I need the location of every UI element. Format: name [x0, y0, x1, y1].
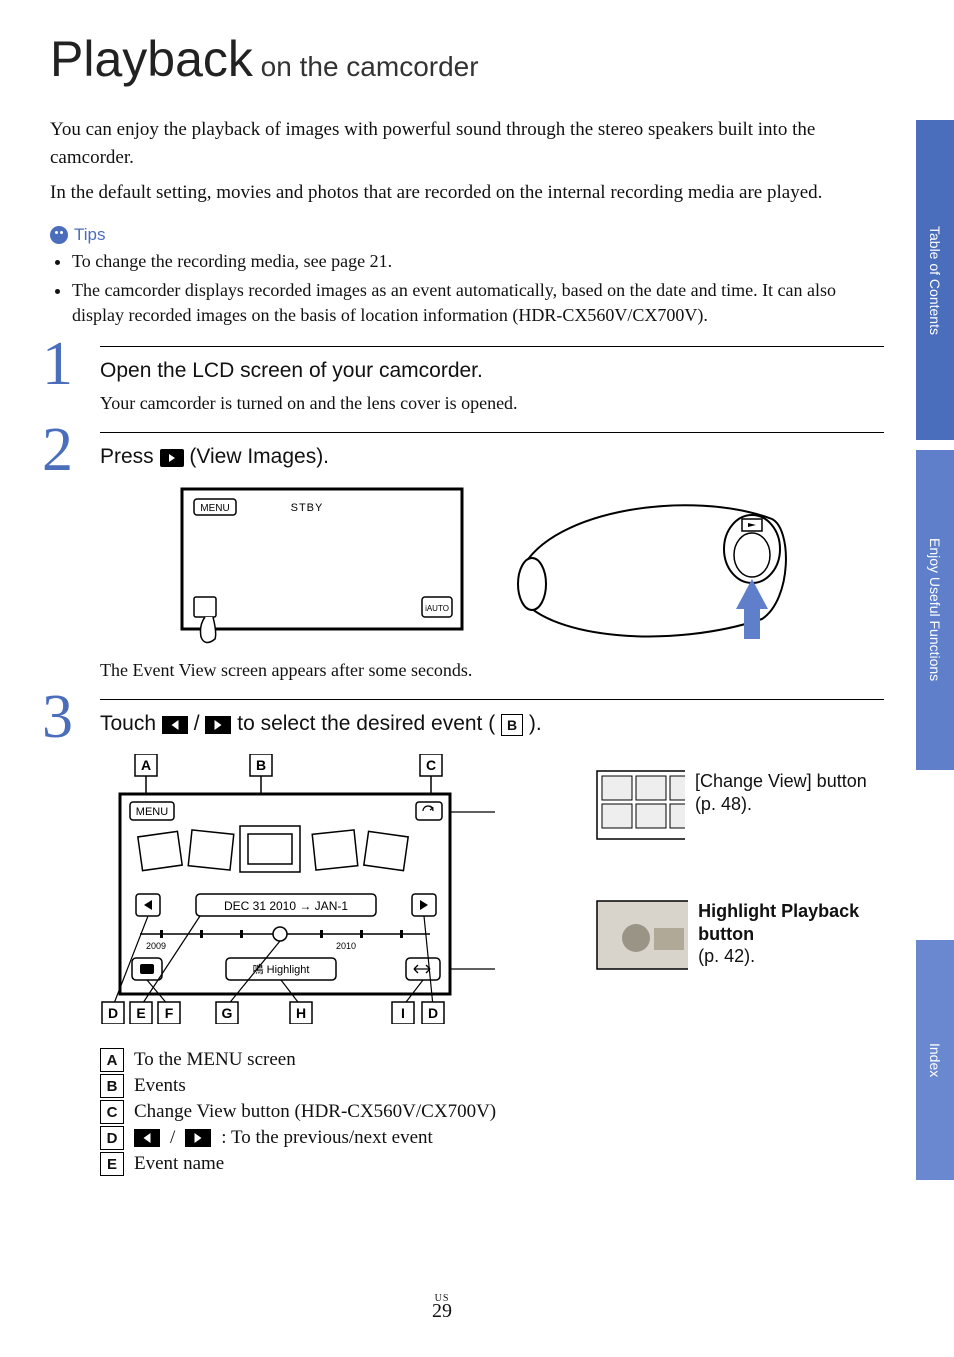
svg-text:MENU: MENU [136, 806, 168, 818]
tips-icon [50, 226, 68, 244]
svg-text:2010: 2010 [336, 941, 356, 951]
page-number-value: 29 [432, 1300, 452, 1322]
svg-text:D: D [108, 1005, 118, 1021]
lcd-menu-label: MENU [200, 503, 229, 514]
svg-text:E: E [136, 1005, 145, 1021]
legend-key: C [100, 1100, 124, 1124]
legend-text: Change View button (HDR-CX560V/CX700V) [134, 1101, 496, 1123]
legend-text: : To the previous/next event [221, 1127, 433, 1149]
step-3-post: to select the desired event ( [237, 712, 495, 735]
step-2: 2 Press (View Images). MENU STBY iAUTO [100, 432, 884, 681]
callout-change-view: [Change View] button (p. 48). [695, 770, 884, 815]
next-arrow-icon [205, 716, 231, 734]
legend-row: B Events [100, 1074, 884, 1098]
legend-row: D / : To the previous/next event [100, 1126, 884, 1150]
legend-key: D [100, 1126, 124, 1150]
step-1: 1 Open the LCD screen of your camcorder.… [100, 346, 884, 414]
svg-text:B: B [256, 757, 266, 773]
callout-1a: [Change View] button [695, 771, 867, 791]
tip-item: To change the recording media, see page … [72, 249, 884, 274]
step-2-below: The Event View screen appears after some… [100, 660, 884, 681]
tips-heading: Tips [50, 225, 884, 245]
step-3-end: ). [529, 712, 542, 735]
inline-legend-b: B [501, 714, 523, 736]
prev-arrow-icon [162, 716, 188, 734]
step-3: 3 Touch / to select the desired event ( … [100, 699, 884, 1030]
title-sub: on the camcorder [253, 51, 479, 82]
step-1-heading: Open the LCD screen of your camcorder. [100, 359, 884, 383]
step-3-pre: Touch [100, 712, 162, 735]
page-title: Playback on the camcorder [50, 30, 884, 88]
legend-text: Events [134, 1075, 186, 1097]
legend-row: C Change View button (HDR-CX560V/CX700V) [100, 1100, 884, 1124]
step-2-heading: Press (View Images). [100, 445, 884, 469]
sidetab-enjoy[interactable]: Enjoy Useful Functions [916, 450, 954, 770]
change-view-thumb [596, 770, 685, 840]
svg-text:F: F [165, 1005, 174, 1021]
legend-key: E [100, 1152, 124, 1176]
svg-text:G: G [222, 1005, 233, 1021]
svg-text:A: A [141, 757, 151, 773]
tips-list: To change the recording media, see page … [50, 249, 884, 329]
callout-2b: (p. 42). [698, 946, 755, 966]
callout-highlight: Highlight Playback button (p. 42). [698, 900, 884, 968]
side-tabs: Table of Contents Enjoy Useful Functions… [916, 0, 954, 1357]
diagram-legend: A To the MENU screen B Events C Change V… [100, 1048, 884, 1176]
play-icon [160, 449, 184, 467]
step-3-diagram-wrap: A B C MENU [100, 746, 884, 1030]
intro-paragraph-2: In the default setting, movies and photo… [50, 179, 884, 207]
event-view-diagram: A B C MENU [100, 754, 580, 1024]
svg-text:I: I [401, 1005, 405, 1021]
prev-arrow-icon [134, 1129, 160, 1147]
sidetab-index[interactable]: Index [916, 940, 954, 1180]
step-3-heading: Touch / to select the desired event ( B … [100, 712, 884, 736]
highlight-thumb [596, 900, 688, 970]
lcd-stby-label: STBY [291, 502, 324, 514]
step-2-post: (View Images). [189, 445, 329, 468]
callout-1b: (p. 48). [695, 794, 752, 814]
callout-2a: Highlight Playback button [698, 901, 859, 944]
svg-text:D: D [428, 1005, 438, 1021]
diagram-callouts: [Change View] button (p. 48). Highlight … [596, 746, 884, 970]
svg-text:H: H [296, 1005, 306, 1021]
svg-text:C: C [426, 757, 436, 773]
svg-text:2009: 2009 [146, 941, 166, 951]
legend-row: A To the MENU screen [100, 1048, 884, 1072]
step-2-illustration: MENU STBY iAUTO [100, 479, 884, 654]
tip-item: The camcorder displays recorded images a… [72, 278, 884, 328]
next-arrow-icon [185, 1129, 211, 1147]
svg-text:iAUTO: iAUTO [425, 604, 449, 613]
step-2-pre: Press [100, 445, 160, 468]
page-number: US 29 [0, 1293, 884, 1323]
slash: / [170, 1127, 175, 1149]
legend-row: E Event name [100, 1152, 884, 1176]
legend-text: Event name [134, 1153, 224, 1175]
svg-text:DEC 31 2010 → JAN-1: DEC 31 2010 → JAN-1 [224, 899, 348, 913]
step-number: 3 [42, 682, 73, 753]
title-main: Playback [50, 31, 253, 87]
step-number: 2 [42, 415, 73, 486]
legend-key: A [100, 1048, 124, 1072]
step-3-mid: / [194, 712, 206, 735]
legend-key: B [100, 1074, 124, 1098]
intro-paragraph-1: You can enjoy the playback of images wit… [50, 116, 884, 171]
sidetab-toc[interactable]: Table of Contents [916, 120, 954, 440]
legend-text: To the MENU screen [134, 1049, 296, 1071]
step-number: 1 [42, 329, 73, 400]
step-1-body: Your camcorder is turned on and the lens… [100, 393, 884, 414]
tips-label: Tips [74, 225, 106, 245]
